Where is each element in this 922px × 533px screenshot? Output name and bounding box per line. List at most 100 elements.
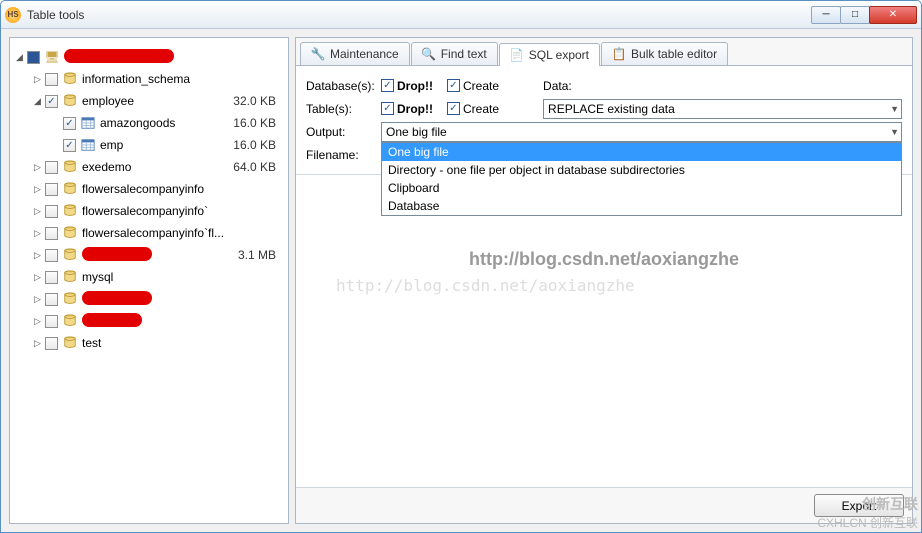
checkbox[interactable] [45,315,58,328]
dropdown-option[interactable]: Directory - one file per object in datab… [382,161,901,179]
checkbox[interactable] [45,227,58,240]
tables-label: Table(s): [306,102,381,116]
output-combo[interactable]: One big file ▼ One big fileDirectory - o… [381,122,902,142]
output-dropdown[interactable]: One big fileDirectory - one file per obj… [381,142,902,216]
tree-item[interactable]: ▷ 3.1 MB [14,244,284,266]
expander-icon[interactable] [50,118,61,129]
checkbox[interactable]: ✓ [63,117,76,130]
expander-icon[interactable]: ▷ [32,74,43,85]
tree-item-label: mysql [82,270,276,284]
tree-item[interactable]: ✓amazongoods16.0 KB [14,112,284,134]
data-combo[interactable]: REPLACE existing data ▼ [543,99,902,119]
tab-label: Find text [441,47,487,61]
right-panel: 🔧Maintenance 🔍 Find text 📄SQL export📋Bulk t… [295,37,913,524]
chevron-down-icon: ▼ [890,127,899,137]
tabs: 🔧Maintenance 🔍 Find text 📄SQL export📋Bulk t… [296,38,912,66]
table-icon [80,137,96,153]
databases-label: Database(s): [306,79,381,93]
titlebar[interactable]: HS Table tools ─ □ ✕ [1,1,921,29]
dropdown-option[interactable]: Database [382,197,901,215]
tree-item-label: amazongoods [100,116,233,130]
tree-item-label: emp [100,138,233,152]
tbl-drop-checkbox[interactable]: ✓Drop!! [381,102,433,116]
tbl-create-checkbox[interactable]: ✓Create [447,102,499,116]
sql-icon: 📄 [510,48,524,62]
chevron-down-icon: ▼ [890,104,899,114]
checkbox[interactable]: ✓ [45,95,58,108]
tab-sql-export[interactable]: 📄SQL export [499,43,600,66]
expander-icon[interactable]: ◢ [32,96,43,107]
data-label: Data: [543,79,583,93]
tree-item[interactable]: ▷ [14,288,284,310]
tree-item-size: 3.1 MB [238,248,284,262]
tree-item[interactable]: ✓ emp16.0 KB [14,134,284,156]
tree-item-label: exedemo [82,160,233,174]
watermark-text: http://blog.csdn.net/aoxiangzhe [316,249,892,270]
find-icon: 🔍 [422,47,436,61]
expander-icon[interactable]: ▷ [32,184,43,195]
wrench-icon: 🔧 [311,47,325,61]
bulk-icon: 📋 [612,47,626,61]
tree-item[interactable]: ▷ flowersalecompanyinfo [14,178,284,200]
checkbox[interactable] [45,337,58,350]
tree-item-label: information_schema [82,72,276,86]
expander-icon[interactable]: ▷ [32,228,43,239]
minimize-button[interactable]: ─ [811,6,841,24]
footer: Export [296,487,912,523]
tree-item-label: test [82,336,276,350]
tree-item-size: 16.0 KB [233,138,284,152]
expander-icon[interactable]: ▷ [32,272,43,283]
checkbox[interactable] [45,205,58,218]
maximize-button[interactable]: □ [840,6,870,24]
data-combo-value: REPLACE existing data [548,102,675,116]
tree-panel[interactable]: ◢ 🖥 ▷ information_schema ◢✓employee32.0 KB… [9,37,289,524]
tree-item[interactable]: ▷ flowersalecompanyinfo`fl... [14,222,284,244]
expander-icon[interactable]: ▷ [32,162,43,173]
dropdown-option[interactable]: Clipboard [382,179,901,197]
tree-item[interactable]: ▷ exedemo64.0 KB [14,156,284,178]
database-icon [62,71,78,87]
checkbox[interactable] [45,183,58,196]
expander-icon[interactable]: ◢ [14,52,25,63]
tree-item[interactable]: ◢✓employee32.0 KB [14,90,284,112]
checkbox[interactable] [27,51,40,64]
expander-icon[interactable]: ▷ [32,294,43,305]
tree-item-label: flowersalecompanyinfo` [82,204,276,218]
tree-item[interactable]: ▷ information_schema [14,68,284,90]
tab-maintenance[interactable]: 🔧Maintenance [300,42,410,65]
db-drop-checkbox[interactable]: ✓Drop!! [381,79,433,93]
tree-item-label: flowersalecompanyinfo [82,182,276,196]
checkbox[interactable] [45,293,58,306]
close-button[interactable]: ✕ [869,6,917,24]
tree-item-label: flowersalecompanyinfo`fl... [82,226,276,240]
app-icon: HS [5,7,21,23]
database-icon [62,203,78,219]
expander-icon[interactable]: ▷ [32,316,43,327]
output-label: Output: [306,125,381,139]
checkbox[interactable] [45,161,58,174]
database-icon [62,269,78,285]
tree-item-size: 64.0 KB [233,160,284,174]
expander-icon[interactable]: ▷ [32,338,43,349]
database-icon [62,93,78,109]
checkbox[interactable] [45,271,58,284]
checkbox[interactable]: ✓ [63,139,76,152]
expander-icon[interactable]: ▷ [32,206,43,217]
tree-root[interactable]: ◢ 🖥 [14,46,284,68]
export-button[interactable]: Export [814,494,904,517]
tree-item[interactable]: ▷ test [14,332,284,354]
expander-icon[interactable]: ▷ [32,250,43,261]
watermark-text-faint: http://blog.csdn.net/aoxiangzhe [336,276,892,295]
server-icon: 🖥 [44,49,60,65]
tab-bulk-table-editor[interactable]: 📋Bulk table editor [601,42,728,65]
tree-item[interactable]: ▷ flowersalecompanyinfo` [14,200,284,222]
checkbox[interactable] [45,73,58,86]
tree-item[interactable]: ▷ [14,310,284,332]
dropdown-option[interactable]: One big file [382,143,901,161]
database-icon [62,313,78,329]
db-create-checkbox[interactable]: ✓Create [447,79,499,93]
tree-item[interactable]: ▷ mysql [14,266,284,288]
checkbox[interactable] [45,249,58,262]
tab-find-text[interactable]: 🔍 Find text [411,42,498,65]
expander-icon[interactable] [50,140,61,151]
